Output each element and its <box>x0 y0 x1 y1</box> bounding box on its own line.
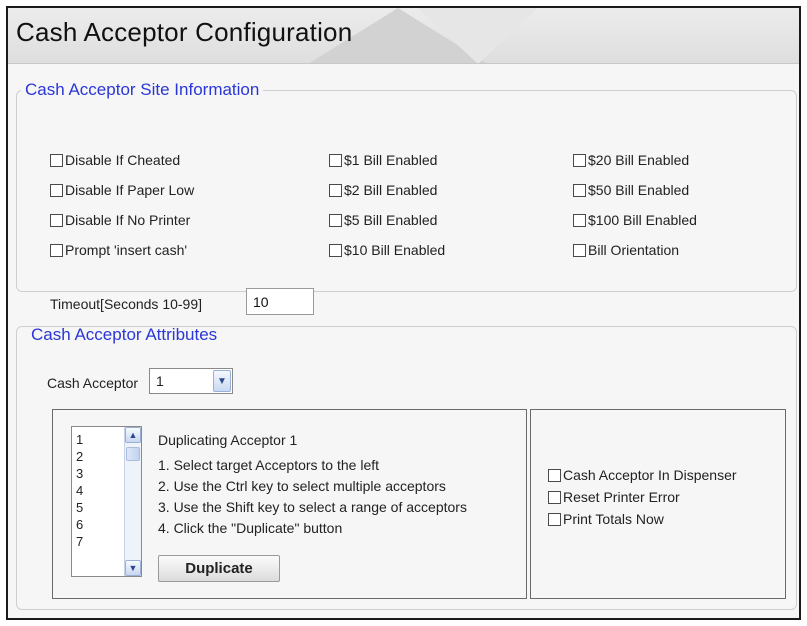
list-item[interactable]: 1 <box>76 431 83 448</box>
checkbox-label: $10 Bill Enabled <box>344 242 446 258</box>
checkbox-box[interactable] <box>573 153 586 167</box>
checkbox-box[interactable] <box>548 468 561 482</box>
checkbox-label: Cash Acceptor In Dispenser <box>563 467 737 483</box>
site-information-group: Cash Acceptor Site Information Disable I… <box>16 80 797 315</box>
duplicating-title: Duplicating Acceptor 1 <box>158 432 298 448</box>
checkbox-box[interactable] <box>329 153 342 167</box>
chevron-down-icon[interactable]: ▼ <box>213 370 231 392</box>
checkbox-box[interactable] <box>50 213 63 227</box>
acceptor-attributes-group: Cash Acceptor Attributes Cash Acceptor 1… <box>16 325 797 610</box>
checkbox-label: Bill Orientation <box>588 242 680 258</box>
cash-acceptor-select[interactable]: 1 ▼ <box>149 368 233 394</box>
bill-5-enabled-checkbox[interactable]: $5 Bill Enabled <box>329 212 437 228</box>
site-information-legend: Cash Acceptor Site Information <box>25 80 260 99</box>
cash-acceptor-in-dispenser-checkbox[interactable]: Cash Acceptor In Dispenser <box>548 467 737 483</box>
print-totals-now-checkbox[interactable]: Print Totals Now <box>548 511 737 527</box>
checkbox-box[interactable] <box>50 183 63 197</box>
acceptor-listbox[interactable]: 1 2 3 4 5 6 7 ▲ ▼ <box>71 426 142 577</box>
checkbox-label: $1 Bill Enabled <box>344 152 438 168</box>
checkbox-box[interactable] <box>329 213 342 227</box>
reset-printer-error-checkbox[interactable]: Reset Printer Error <box>548 489 737 505</box>
prompt-insert-cash-checkbox[interactable]: Prompt 'insert cash' <box>50 242 187 258</box>
title-bar: Cash Acceptor Configuration <box>8 8 799 64</box>
checkbox-label: Disable If Cheated <box>65 152 181 168</box>
checkbox-box[interactable] <box>573 183 586 197</box>
instruction-line: 1. Select target Acceptors to the left <box>158 457 380 473</box>
title-decoration-2 <box>418 8 538 63</box>
cash-acceptor-label: Cash Acceptor <box>47 375 139 391</box>
disable-if-paper-low-checkbox[interactable]: Disable If Paper Low <box>50 182 194 198</box>
checkbox-label: $50 Bill Enabled <box>588 182 690 198</box>
scroll-down-icon[interactable]: ▼ <box>125 560 141 576</box>
cash-acceptor-selected-value: 1 <box>156 373 164 389</box>
duplicate-instructions: Duplicating Acceptor 1 1. Select target … <box>158 430 467 539</box>
checkbox-box[interactable] <box>50 153 63 167</box>
list-item[interactable]: 7 <box>76 533 83 550</box>
checkbox-label: $20 Bill Enabled <box>588 152 690 168</box>
checkbox-label: $5 Bill Enabled <box>344 212 438 228</box>
acceptor-options-panel: Cash Acceptor In Dispenser Reset Printer… <box>530 409 786 599</box>
bill-20-enabled-checkbox[interactable]: $20 Bill Enabled <box>573 152 689 168</box>
disable-if-no-printer-checkbox[interactable]: Disable If No Printer <box>50 212 190 228</box>
checkbox-box[interactable] <box>329 183 342 197</box>
acceptor-attributes-legend: Cash Acceptor Attributes <box>31 325 218 344</box>
acceptor-options-list: Cash Acceptor In Dispenser Reset Printer… <box>548 467 737 533</box>
checkbox-box[interactable] <box>50 243 63 257</box>
checkbox-label: Reset Printer Error <box>563 489 680 505</box>
instruction-line: 2. Use the Ctrl key to select multiple a… <box>158 478 446 494</box>
scroll-up-icon[interactable]: ▲ <box>125 427 141 443</box>
checkbox-box[interactable] <box>548 490 561 504</box>
bill-50-enabled-checkbox[interactable]: $50 Bill Enabled <box>573 182 689 198</box>
bill-100-enabled-checkbox[interactable]: $100 Bill Enabled <box>573 212 697 228</box>
bill-2-enabled-checkbox[interactable]: $2 Bill Enabled <box>329 182 437 198</box>
listbox-scrollbar[interactable]: ▲ ▼ <box>124 427 141 576</box>
list-item[interactable]: 5 <box>76 499 83 516</box>
checkbox-label: Prompt 'insert cash' <box>65 242 188 258</box>
list-item[interactable]: 4 <box>76 482 83 499</box>
instruction-line: 4. Click the "Duplicate" button <box>158 520 343 536</box>
disable-if-cheated-checkbox[interactable]: Disable If Cheated <box>50 152 180 168</box>
page-title: Cash Acceptor Configuration <box>16 17 353 47</box>
checkbox-box[interactable] <box>548 512 561 526</box>
checkbox-box[interactable] <box>573 213 586 227</box>
checkbox-label: $2 Bill Enabled <box>344 182 438 198</box>
acceptor-list-items: 1 2 3 4 5 6 7 <box>76 431 83 550</box>
checkbox-label: $100 Bill Enabled <box>588 212 697 228</box>
checkbox-box[interactable] <box>573 243 586 257</box>
duplicate-button[interactable]: Duplicate <box>158 555 280 582</box>
bill-10-enabled-checkbox[interactable]: $10 Bill Enabled <box>329 242 445 258</box>
checkbox-label: Disable If Paper Low <box>65 182 195 198</box>
list-item[interactable]: 2 <box>76 448 83 465</box>
bill-1-enabled-checkbox[interactable]: $1 Bill Enabled <box>329 152 437 168</box>
list-item[interactable]: 6 <box>76 516 83 533</box>
duplicate-panel: 1 2 3 4 5 6 7 ▲ ▼ Duplicating Acceptor 1… <box>52 409 527 599</box>
checkbox-label: Print Totals Now <box>563 511 664 527</box>
timeout-input[interactable] <box>246 288 314 315</box>
timeout-label: Timeout[Seconds 10-99] <box>50 296 203 312</box>
instruction-line: 3. Use the Shift key to select a range o… <box>158 499 467 515</box>
checkbox-label: Disable If No Printer <box>65 212 191 228</box>
config-window: Cash Acceptor Configuration Cash Accepto… <box>6 6 801 620</box>
bill-orientation-checkbox[interactable]: Bill Orientation <box>573 242 679 258</box>
list-item[interactable]: 3 <box>76 465 83 482</box>
scroll-thumb[interactable] <box>126 447 140 461</box>
checkbox-box[interactable] <box>329 243 342 257</box>
